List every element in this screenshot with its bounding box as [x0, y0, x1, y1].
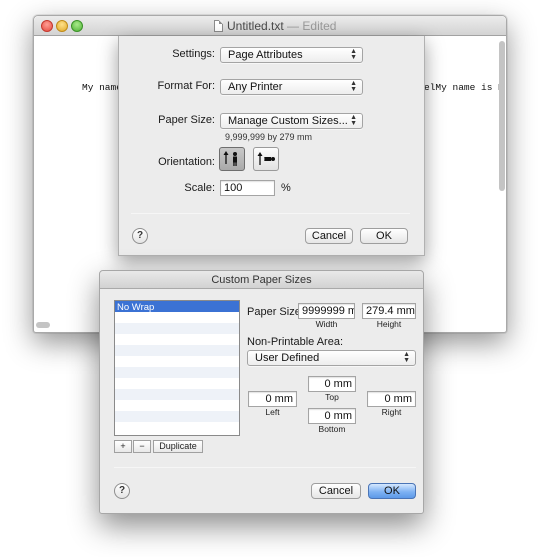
dialog-titlebar[interactable]: Custom Paper Sizes [100, 271, 423, 289]
landscape-orientation-button[interactable] [253, 147, 279, 171]
duplicate-button[interactable]: Duplicate [153, 440, 203, 453]
scale-input[interactable]: 100 [220, 180, 275, 196]
sheet-divider [131, 213, 410, 214]
top-margin-input[interactable]: 0 mm [308, 376, 356, 392]
right-margin-label: Right [381, 407, 402, 417]
format-for-label: Format For: [157, 80, 215, 92]
horizontal-scroll-thumb[interactable] [36, 322, 50, 328]
title-separator: — [287, 19, 300, 33]
portrait-icon [223, 151, 237, 166]
ok-button[interactable]: OK [360, 228, 408, 244]
settings-value: Page Attributes [228, 49, 303, 61]
vertical-scrollbar[interactable] [498, 37, 506, 327]
height-input[interactable]: 279.4 mm [362, 303, 416, 319]
left-margin-input[interactable]: 0 mm [248, 391, 297, 407]
scale-unit: % [281, 182, 291, 194]
non-printable-area-popup[interactable]: User Defined ▲ ▼ [247, 350, 416, 366]
help-button[interactable]: ? [114, 483, 130, 499]
paper-sizes-list[interactable]: No Wrap [114, 300, 240, 436]
list-item[interactable] [115, 411, 239, 422]
format-for-popup[interactable]: Any Printer ▲ ▼ [220, 79, 363, 95]
top-margin-label: Top [325, 392, 339, 402]
list-item[interactable] [115, 389, 239, 400]
paper-size-hint: 9,999,999 by 279 mm [225, 132, 313, 142]
format-for-value: Any Printer [228, 81, 283, 93]
window-titlebar[interactable]: Untitled.txt — Edited [34, 16, 506, 36]
popup-arrows-icon: ▲ ▼ [350, 80, 357, 93]
popup-arrows-icon: ▲ ▼ [403, 351, 410, 364]
list-item[interactable] [115, 345, 239, 356]
non-printable-area-value: User Defined [255, 352, 320, 364]
list-item[interactable] [115, 378, 239, 389]
left-margin-label: Left [265, 407, 280, 417]
list-item[interactable]: No Wrap [115, 301, 239, 313]
width-input[interactable]: 9999999 mm [298, 303, 355, 319]
list-item[interactable] [115, 422, 239, 433]
bottom-margin-label: Bottom [318, 424, 346, 434]
page-setup-sheet: Settings: Page Attributes ▲ ▼ Format For:… [118, 36, 425, 256]
popup-arrows-icon: ▲ ▼ [350, 114, 357, 127]
list-item[interactable] [115, 400, 239, 411]
paper-size-label: Paper Size: [158, 114, 215, 126]
dialog-divider [114, 467, 416, 468]
landscape-icon [257, 152, 275, 165]
height-label: Height [376, 319, 402, 329]
right-margin-input[interactable]: 0 mm [367, 391, 416, 407]
close-window-button[interactable] [41, 20, 53, 32]
scale-label: Scale: [184, 182, 215, 194]
orientation-label: Orientation: [158, 156, 215, 168]
edited-status: Edited [302, 19, 337, 33]
vertical-scroll-thumb[interactable] [499, 41, 505, 191]
ok-button[interactable]: OK [368, 483, 416, 499]
list-item[interactable] [115, 312, 239, 323]
bottom-margin-input[interactable]: 0 mm [308, 408, 356, 424]
help-button[interactable]: ? [132, 228, 148, 244]
minimize-window-button[interactable] [56, 20, 68, 32]
zoom-window-button[interactable] [71, 20, 83, 32]
portrait-orientation-button[interactable] [219, 147, 245, 171]
window-title: Untitled.txt — Edited [214, 19, 414, 33]
document-name: Untitled.txt [227, 19, 284, 33]
settings-label: Settings: [172, 48, 215, 60]
non-printable-area-label: Non-Printable Area: [247, 336, 343, 348]
popup-arrows-icon: ▲ ▼ [350, 48, 357, 61]
settings-popup[interactable]: Page Attributes ▲ ▼ [220, 47, 363, 63]
width-label: Width [315, 319, 338, 329]
cancel-button[interactable]: Cancel [305, 228, 353, 244]
custom-paper-sizes-dialog: Custom Paper Sizes No Wrap + − Duplicate… [99, 270, 424, 514]
document-text-right[interactable]: elMy name is Mic [424, 82, 500, 96]
paper-size-value: Manage Custom Sizes... [228, 115, 348, 127]
add-size-button[interactable]: + [114, 440, 132, 453]
cancel-button[interactable]: Cancel [311, 483, 361, 499]
document-icon [214, 20, 223, 32]
list-item[interactable] [115, 323, 239, 334]
remove-size-button[interactable]: − [133, 440, 151, 453]
list-item[interactable] [115, 356, 239, 367]
list-item[interactable] [115, 367, 239, 378]
paper-size-popup[interactable]: Manage Custom Sizes... ▲ ▼ [220, 113, 363, 129]
list-item[interactable] [115, 334, 239, 345]
dialog-title: Custom Paper Sizes [211, 274, 312, 286]
